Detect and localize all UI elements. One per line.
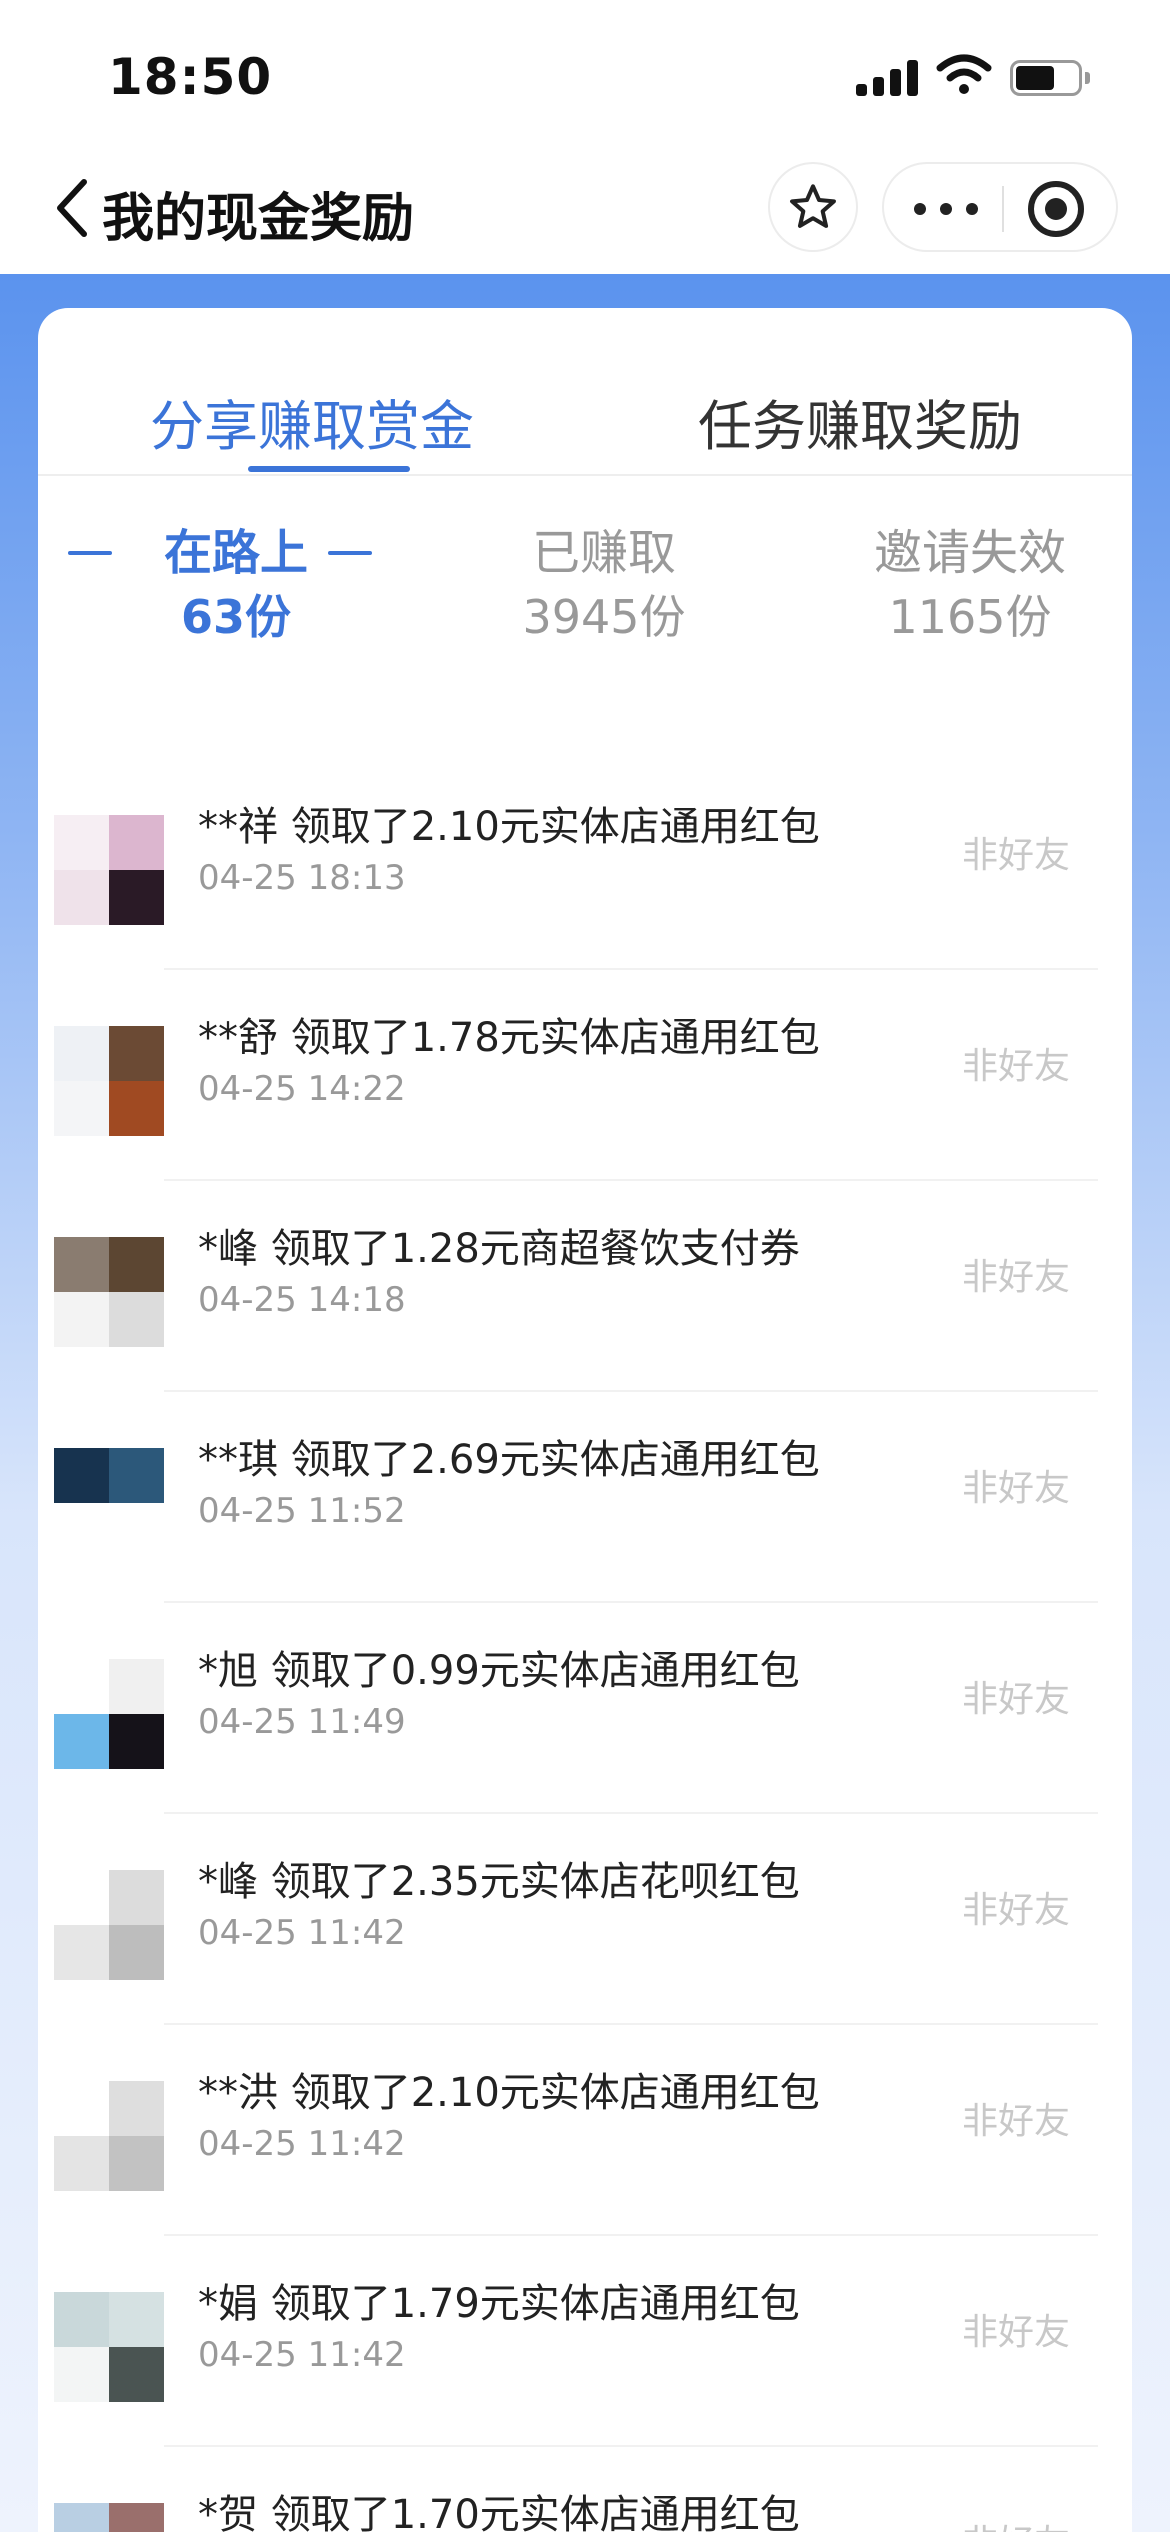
cellular-signal-icon: [856, 60, 918, 96]
mini-program-capsule: [882, 162, 1118, 252]
list-item[interactable]: **琪 领取了2.69元实体店通用红包 04-25 11:52 非好友: [38, 1391, 1132, 1603]
record-time: 04-25 11:52: [198, 1491, 406, 1531]
record-time: 04-25 14:22: [198, 1069, 406, 1109]
avatar: [54, 1026, 164, 1136]
list-item[interactable]: *娟 领取了1.79元实体店通用红包 04-25 11:42 非好友: [38, 2235, 1132, 2447]
list-item[interactable]: *峰 领取了2.35元实体店花呗红包 04-25 11:42 非好友: [38, 1813, 1132, 2025]
avatar: [54, 2292, 164, 2402]
friend-status-label: 非好友: [962, 2312, 1071, 2353]
subtab-invite-expired[interactable]: 邀请失效 1165份: [790, 520, 1132, 648]
record-time: 04-25 14:18: [198, 1280, 406, 1320]
page-title: 我的现金奖励: [102, 189, 415, 249]
avatar: [54, 2503, 164, 2532]
friend-status-label: 非好友: [962, 2101, 1071, 2142]
record-title: *旭 领取了0.99元实体店通用红包: [198, 1648, 800, 1694]
record-time: 04-25 11:42: [198, 2335, 406, 2375]
battery-icon: [1010, 60, 1090, 96]
friend-status-label: 非好友: [962, 1046, 1071, 1087]
record-title: *峰 领取了1.28元商超餐饮支付券: [198, 1226, 800, 1272]
friend-status-label: 非好友: [962, 1468, 1071, 1509]
record-time: 04-25 18:13: [198, 858, 406, 898]
nav-bar: 我的现金奖励: [0, 150, 1170, 274]
subtab-count: 63份: [180, 590, 291, 644]
list-item[interactable]: *旭 领取了0.99元实体店通用红包 04-25 11:49 非好友: [38, 1602, 1132, 1814]
avatar: [54, 1659, 164, 1769]
more-icon[interactable]: [914, 194, 978, 224]
favorite-button[interactable]: [768, 162, 858, 252]
record-title: *峰 领取了2.35元实体店花呗红包: [198, 1859, 800, 1905]
tab-task-reward[interactable]: 任务赚取奖励: [698, 382, 1022, 461]
active-tab-indicator: [248, 466, 410, 472]
list-item[interactable]: *峰 领取了1.28元商超餐饮支付券 04-25 14:18 非好友: [38, 1180, 1132, 1392]
rewards-card: 分享赚取赏金 任务赚取奖励 在路上 63份 已赚取 3945份 邀请失效 116…: [38, 308, 1132, 2532]
status-time: 18:50: [108, 48, 273, 106]
record-time: 04-25 11:42: [198, 1913, 406, 1953]
status-bar: 18:50: [0, 0, 1170, 150]
record-title: **舒 领取了1.78元实体店通用红包: [198, 1015, 820, 1061]
star-icon: [790, 184, 836, 228]
subtab-active-dash-left: [68, 551, 112, 555]
subtab-count: 1165份: [888, 590, 1052, 644]
close-miniprogram-icon[interactable]: [1028, 181, 1084, 237]
record-title: *娟 领取了1.79元实体店通用红包: [198, 2281, 800, 2327]
record-title: **洪 领取了2.10元实体店通用红包: [198, 2070, 820, 2116]
wifi-icon: [936, 54, 992, 94]
record-title: *贺 领取了1.70元实体店通用红包: [198, 2492, 800, 2532]
status-subtabs: 在路上 63份 已赚取 3945份 邀请失效 1165份: [38, 520, 1132, 670]
subtab-on-the-way[interactable]: 在路上 63份: [56, 520, 416, 648]
record-title: **祥 领取了2.10元实体店通用红包: [198, 804, 820, 850]
subtab-active-dash-right: [328, 551, 372, 555]
subtab-label: 已赚取: [531, 525, 676, 581]
avatar: [54, 1448, 164, 1558]
record-time: 04-25 11:42: [198, 2124, 406, 2164]
avatar: [54, 1237, 164, 1347]
avatar: [54, 1870, 164, 1980]
list-item[interactable]: *贺 领取了1.70元实体店通用红包04-25 11:42非好友: [38, 2446, 1132, 2532]
friend-status-label: 非好友: [962, 1257, 1071, 1298]
friend-status-label: 非好友: [962, 1679, 1071, 1720]
friend-status-label: 非好友: [962, 2514, 1070, 2532]
record-title: **琪 领取了2.69元实体店通用红包: [198, 1437, 820, 1483]
friend-status-label: 非好友: [962, 1890, 1071, 1931]
avatar: [54, 2081, 164, 2191]
record-time: 04-25 11:49: [198, 1702, 406, 1742]
subtab-earned[interactable]: 已赚取 3945份: [424, 520, 784, 648]
subtab-label: 邀请失效: [873, 525, 1066, 581]
list-item[interactable]: **洪 领取了2.10元实体店通用红包 04-25 11:42 非好友: [38, 2024, 1132, 2236]
capsule-divider: [1002, 186, 1004, 232]
tab-share-bounty[interactable]: 分享赚取赏金: [150, 382, 474, 461]
reward-tabs: 分享赚取赏金 任务赚取奖励: [38, 308, 1132, 476]
subtab-count: 3945份: [522, 590, 686, 644]
avatar: [54, 815, 164, 925]
list-item[interactable]: **舒 领取了1.78元实体店通用红包 04-25 14:22 非好友: [38, 969, 1132, 1181]
friend-status-label: 非好友: [962, 835, 1071, 876]
back-chevron-icon[interactable]: [52, 178, 92, 238]
list-item[interactable]: **祥 领取了2.10元实体店通用红包 04-25 18:13 非好友: [38, 758, 1132, 970]
